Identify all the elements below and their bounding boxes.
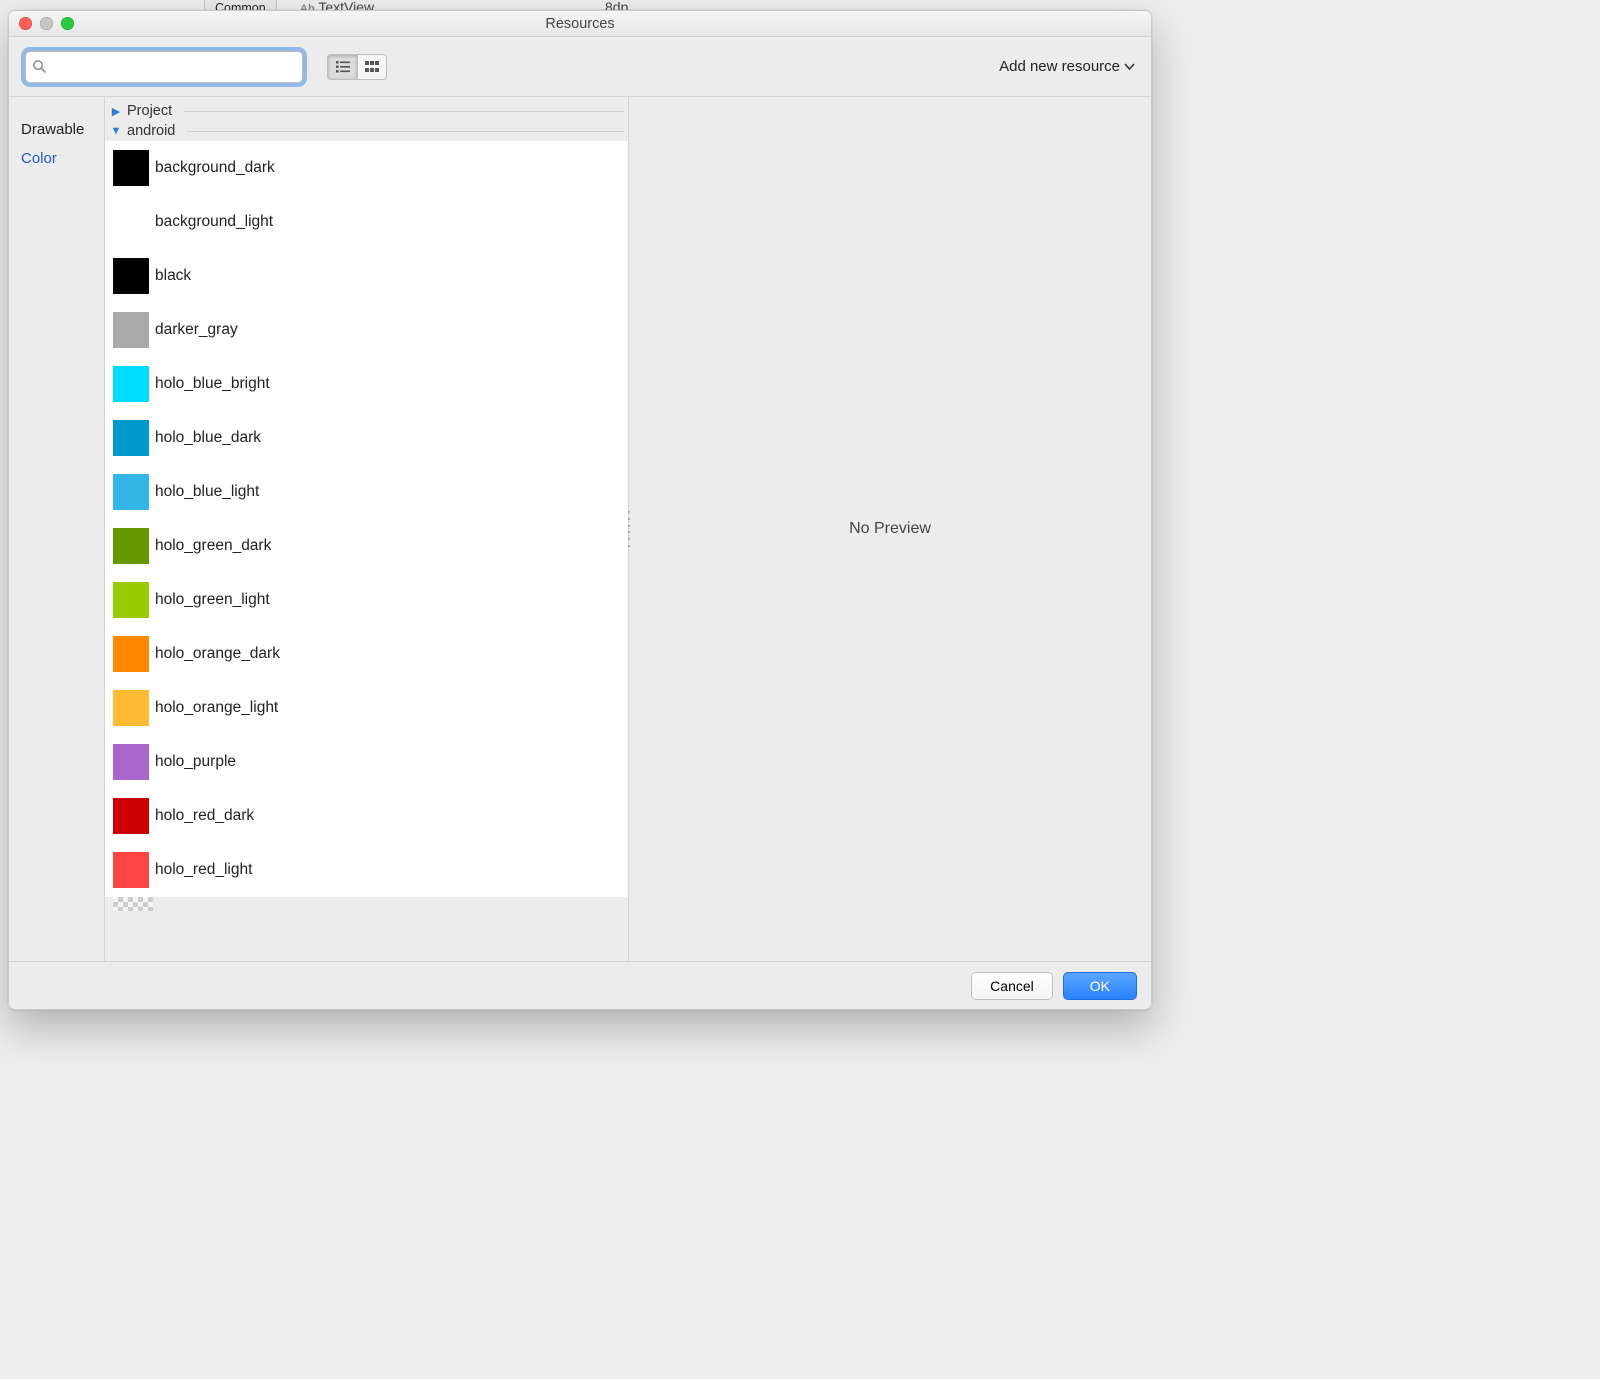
color-swatch	[113, 744, 149, 780]
color-name-label: holo_blue_bright	[155, 375, 270, 393]
color-row[interactable]: darker_gray	[105, 303, 628, 357]
transparent-swatch-row	[113, 897, 153, 911]
color-row[interactable]: holo_orange_light	[105, 681, 628, 735]
color-name-label: holo_orange_dark	[155, 645, 280, 663]
color-name-label: holo_red_dark	[155, 807, 254, 825]
color-row[interactable]: background_light	[105, 195, 628, 249]
color-swatch	[113, 852, 149, 888]
dialog-body: Drawable Color ▶ Project ▼ android backg…	[9, 97, 1151, 961]
color-swatch	[113, 636, 149, 672]
add-new-resource-label: Add new resource	[999, 58, 1120, 75]
section-header-project[interactable]: ▶ Project	[105, 101, 628, 121]
screen: Common Ab TextView 8dp Resources	[0, 0, 1160, 1000]
list-icon	[335, 60, 351, 74]
color-name-label: holo_blue_light	[155, 483, 259, 501]
chevron-down-icon	[1124, 63, 1135, 71]
dialog-footer: Cancel OK	[9, 961, 1151, 1009]
preview-pane: No Preview	[629, 97, 1151, 961]
color-name-label: darker_gray	[155, 321, 238, 339]
android-color-list: background_dark background_lightblack dark…	[105, 141, 628, 897]
search-icon	[32, 59, 47, 74]
color-row[interactable]: holo_blue_bright	[105, 357, 628, 411]
color-swatch	[113, 474, 149, 510]
ok-button[interactable]: OK	[1063, 972, 1137, 1000]
color-swatch	[113, 420, 149, 456]
color-row[interactable]: holo_green_light	[105, 573, 628, 627]
section-header-android[interactable]: ▼ android	[105, 121, 628, 141]
color-swatch	[113, 528, 149, 564]
color-name-label: holo_blue_dark	[155, 429, 261, 447]
color-name-label: holo_orange_light	[155, 699, 278, 717]
color-name-label: holo_purple	[155, 753, 236, 771]
color-row[interactable]: holo_green_dark	[105, 519, 628, 573]
color-swatch	[113, 258, 149, 294]
resource-list-pane[interactable]: ▶ Project ▼ android background_darkbackg…	[105, 97, 629, 961]
splitter-handle[interactable]	[625, 509, 633, 549]
color-row[interactable]: holo_red_dark	[105, 789, 628, 843]
color-name-label: background_light	[155, 213, 273, 231]
color-row[interactable]: background_dark	[105, 141, 628, 195]
color-row[interactable]: holo_orange_dark	[105, 627, 628, 681]
color-swatch	[113, 150, 149, 186]
color-name-label: holo_green_light	[155, 591, 270, 609]
color-row[interactable]: holo_red_light	[105, 843, 628, 897]
color-name-label: background_dark	[155, 159, 275, 177]
grid-view-button[interactable]	[357, 54, 387, 80]
no-preview-label: No Preview	[849, 520, 931, 538]
color-swatch	[113, 312, 149, 348]
resources-dialog: Resources	[8, 10, 1152, 1010]
zoom-window-button[interactable]	[61, 17, 74, 30]
color-name-label: holo_red_light	[155, 861, 252, 879]
color-swatch	[113, 690, 149, 726]
color-row[interactable]: holo_blue_dark	[105, 411, 628, 465]
window-controls	[19, 17, 74, 30]
color-swatch	[113, 582, 149, 618]
section-label-android: android	[127, 123, 175, 139]
list-view-button[interactable]	[327, 54, 357, 80]
window-title: Resources	[9, 16, 1151, 32]
color-swatch	[113, 204, 149, 240]
view-mode-toggle	[327, 54, 387, 80]
dialog-toolbar: Add new resource	[9, 37, 1151, 97]
search-field-wrapper	[25, 51, 303, 83]
color-row[interactable]: holo_blue_light	[105, 465, 628, 519]
color-swatch	[113, 798, 149, 834]
color-name-label: black	[155, 267, 191, 285]
chevron-right-icon: ▶	[109, 105, 123, 118]
search-input[interactable]	[51, 58, 296, 76]
close-window-button[interactable]	[19, 17, 32, 30]
color-row[interactable]: holo_purple	[105, 735, 628, 789]
cancel-button[interactable]: Cancel	[971, 972, 1053, 1000]
grid-icon	[364, 60, 380, 74]
resource-type-sidebar: Drawable Color	[9, 97, 105, 961]
sidebar-item-color[interactable]: Color	[9, 144, 104, 173]
color-swatch	[113, 366, 149, 402]
chevron-down-icon: ▼	[109, 125, 123, 137]
minimize-window-button[interactable]	[40, 17, 53, 30]
color-row[interactable]: black	[105, 249, 628, 303]
sidebar-item-drawable[interactable]: Drawable	[9, 115, 104, 144]
section-label-project: Project	[127, 103, 172, 119]
color-name-label: holo_green_dark	[155, 537, 271, 555]
add-new-resource-button[interactable]: Add new resource	[999, 58, 1135, 75]
titlebar: Resources	[9, 11, 1151, 37]
